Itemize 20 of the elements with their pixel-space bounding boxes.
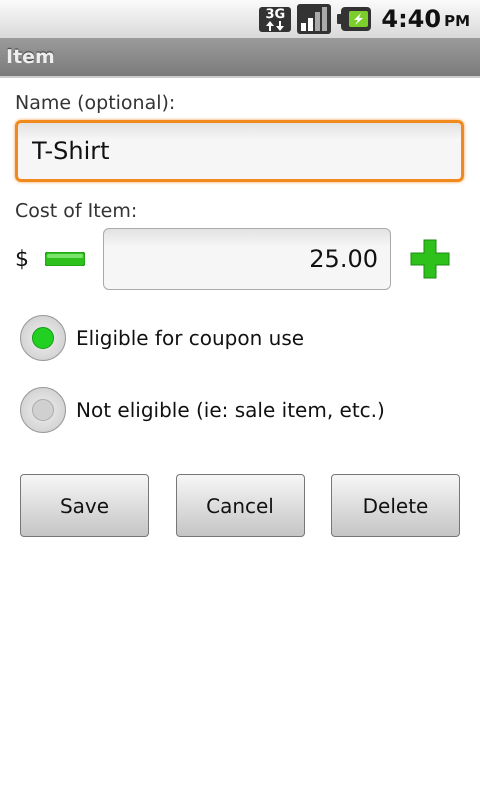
delete-button[interactable]: Delete <box>331 474 460 537</box>
network-type-icon: 3G <box>259 6 292 32</box>
clock-time: 4:40 <box>381 5 442 33</box>
cost-input-field[interactable]: 25.00 <box>103 228 391 290</box>
signal-icon <box>297 4 332 34</box>
plus-icon[interactable] <box>410 239 450 279</box>
battery-charging-icon <box>337 6 372 32</box>
save-button[interactable]: Save <box>20 474 149 537</box>
screen-title: Item <box>6 46 55 68</box>
cancel-button[interactable]: Cancel <box>176 474 304 537</box>
clock-period: PM <box>444 12 470 30</box>
option-label: Eligible for coupon use <box>76 326 304 350</box>
name-input-field[interactable]: T-Shirt <box>15 120 464 182</box>
currency-symbol: $ <box>15 246 30 272</box>
radio-button[interactable] <box>20 387 66 433</box>
option-label: Not eligible (ie: sale item, etc.) <box>76 398 385 422</box>
name-label: Name (optional): <box>15 92 176 114</box>
cost-label: Cost of Item: <box>15 200 138 222</box>
minus-icon[interactable] <box>45 252 85 266</box>
radio-button[interactable] <box>20 315 66 361</box>
